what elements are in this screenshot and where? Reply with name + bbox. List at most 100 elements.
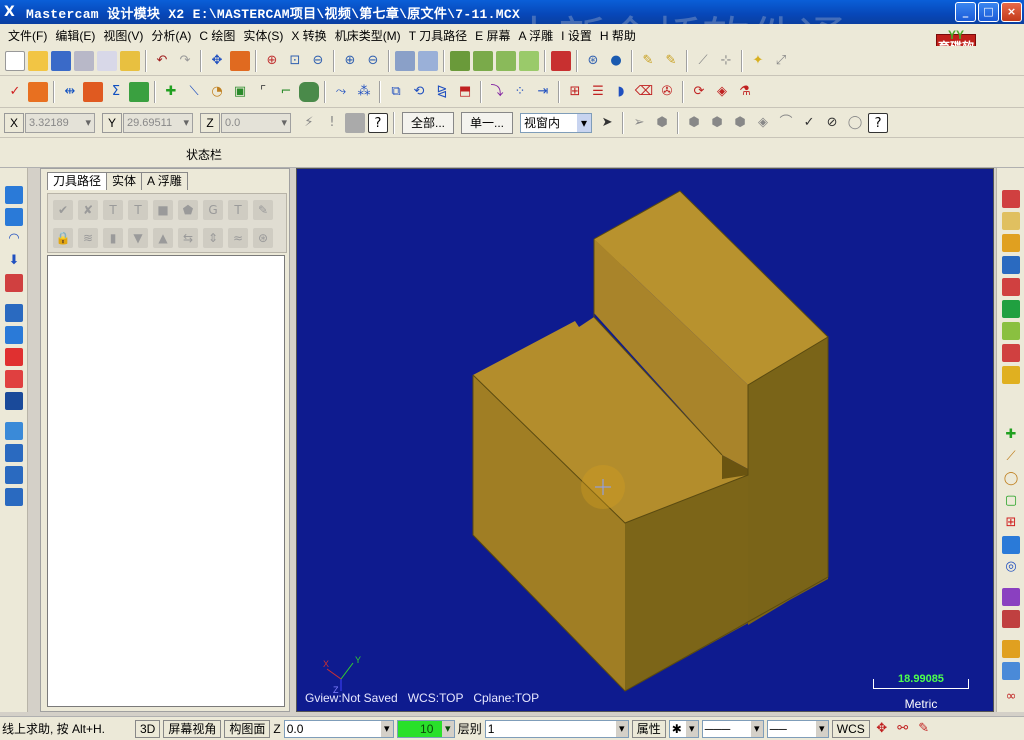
cube-plane-icon[interactable] bbox=[551, 50, 571, 71]
close-button[interactable]: × bbox=[1001, 2, 1022, 22]
maximize-button[interactable]: □ bbox=[978, 2, 999, 22]
print-icon[interactable] bbox=[74, 50, 94, 71]
mirror-icon[interactable]: ⧎ bbox=[432, 82, 452, 102]
cube-iso-icon[interactable] bbox=[519, 50, 539, 71]
x-coordinate-input[interactable]: 3.32189 bbox=[25, 112, 95, 133]
group-icon[interactable]: ✥ bbox=[874, 719, 890, 739]
array-icon[interactable]: ⁘ bbox=[510, 82, 530, 102]
green-square-icon[interactable] bbox=[1002, 300, 1020, 318]
menu-screen[interactable]: E 屏幕 bbox=[471, 27, 514, 44]
grid-tile-icon[interactable] bbox=[1002, 234, 1020, 252]
toolpath-list[interactable] bbox=[47, 255, 285, 707]
tab-toolpaths[interactable]: 刀具路径 bbox=[47, 172, 108, 190]
select-all-ops-icon[interactable]: ✔ bbox=[53, 200, 73, 220]
fast-point-icon[interactable]: ⚡ bbox=[299, 113, 319, 133]
repaint-icon[interactable] bbox=[395, 50, 415, 71]
tab-art[interactable]: A 浮雕 bbox=[141, 172, 188, 190]
plus-icon[interactable]: ✚ bbox=[1002, 426, 1020, 444]
split-icon[interactable]: ⇹ bbox=[60, 82, 80, 102]
pick-arrow-icon[interactable]: ➢ bbox=[629, 113, 649, 133]
down-arrow-icon[interactable]: ⬇ bbox=[5, 252, 23, 270]
cylinder-icon[interactable] bbox=[299, 81, 319, 102]
eraser-icon[interactable]: ⌫ bbox=[634, 82, 654, 102]
probe-icon[interactable]: ⟋ bbox=[693, 51, 713, 71]
menu-settings[interactable]: I 设置 bbox=[557, 27, 596, 44]
block-icon[interactable] bbox=[5, 392, 23, 410]
select-dirty-icon[interactable]: ✘ bbox=[78, 200, 98, 220]
line-style-select[interactable]: ─── bbox=[701, 719, 764, 738]
help-ops-icon[interactable]: ⊛ bbox=[253, 228, 273, 248]
stack-icon[interactable] bbox=[5, 422, 23, 440]
scroll-icon[interactable]: ⇕ bbox=[203, 228, 223, 248]
redo-icon[interactable]: ↷ bbox=[175, 51, 195, 71]
rotate-part-icon[interactable] bbox=[5, 208, 23, 226]
y-coordinate-input[interactable]: 29.69511 bbox=[123, 112, 193, 133]
insert-arrow-icon[interactable]: ⇆ bbox=[178, 228, 198, 248]
open-file-icon[interactable] bbox=[28, 50, 48, 71]
tab-solids[interactable]: 实体 bbox=[106, 172, 143, 190]
select-single-button[interactable]: 单一... bbox=[461, 111, 514, 134]
zoom-window-icon[interactable]: ⊕ bbox=[262, 51, 282, 71]
green-cube-icon[interactable] bbox=[1002, 322, 1020, 340]
fillet-icon[interactable]: ▣ bbox=[230, 82, 250, 102]
menu-analyze[interactable]: 分析(A) bbox=[147, 27, 195, 44]
no-icon[interactable]: ⊘ bbox=[822, 113, 842, 133]
pencil-dropdown-icon[interactable]: ✎ bbox=[661, 51, 681, 71]
up-arrow-icon[interactable] bbox=[5, 186, 23, 204]
red-box-icon[interactable] bbox=[1002, 344, 1020, 362]
regen-dirty-icon[interactable]: T bbox=[128, 200, 148, 220]
pencil-icon[interactable]: ✎ bbox=[638, 51, 658, 71]
delete-ops-icon[interactable]: ✎ bbox=[253, 200, 273, 220]
face-hex-icon[interactable]: ⬢ bbox=[684, 113, 704, 133]
point-icon[interactable]: ✚ bbox=[161, 82, 181, 102]
rotate-view-icon[interactable]: ⟳ bbox=[689, 82, 709, 102]
screen-view-button[interactable]: 屏幕视角 bbox=[163, 719, 222, 738]
grid-box-icon[interactable] bbox=[5, 444, 23, 462]
box-icon[interactable] bbox=[5, 304, 23, 322]
layer-input[interactable]: 1 bbox=[484, 719, 629, 738]
red-grid-icon[interactable]: ⊞ bbox=[1002, 514, 1020, 532]
cube-blue-icon[interactable] bbox=[5, 326, 23, 344]
cube-view-icon[interactable] bbox=[450, 50, 470, 71]
new-file-icon[interactable] bbox=[5, 50, 25, 71]
globe-icon[interactable]: ⊛ bbox=[583, 51, 603, 71]
menu-machine-type[interactable]: 机床类型(M) bbox=[331, 27, 405, 44]
line-width-select[interactable]: ── bbox=[766, 719, 829, 738]
hex-icon[interactable]: ⬢ bbox=[652, 113, 672, 133]
trim-icon[interactable]: ⤳ bbox=[331, 82, 351, 102]
bulb-icon[interactable]: ✦ bbox=[748, 51, 768, 71]
save-icon[interactable] bbox=[51, 50, 71, 71]
palette-icon[interactable] bbox=[1002, 640, 1020, 658]
circle-icon[interactable]: ◯ bbox=[845, 113, 865, 133]
highfeed-icon[interactable]: T bbox=[228, 200, 248, 220]
color-selector[interactable]: 10 bbox=[396, 719, 455, 738]
wcs-button[interactable]: WCS bbox=[831, 719, 870, 738]
rotate-icon[interactable]: ⟲ bbox=[409, 82, 429, 102]
spline-icon[interactable]: ⌐ bbox=[276, 82, 296, 102]
back-icon[interactable]: ⌒ bbox=[776, 113, 796, 133]
print-preview-icon[interactable] bbox=[97, 50, 117, 71]
solid-cube-icon[interactable]: ◈ bbox=[753, 113, 773, 133]
wrench-icon[interactable]: ✇ bbox=[657, 82, 677, 102]
backplot-icon[interactable]: ■ bbox=[153, 200, 173, 220]
menu-toolpaths[interactable]: T 刀具路径 bbox=[405, 27, 471, 44]
clear-color-icon[interactable]: ✎ bbox=[916, 719, 932, 739]
menu-create[interactable]: C 绘图 bbox=[195, 27, 239, 44]
glasses-icon[interactable]: ∞ bbox=[1002, 688, 1020, 706]
cube-front-icon[interactable] bbox=[473, 50, 493, 71]
shade-icon[interactable] bbox=[83, 81, 103, 102]
cube-side-icon[interactable] bbox=[496, 50, 516, 71]
stretch-icon[interactable]: ⇥ bbox=[533, 82, 553, 102]
check-icon[interactable]: ✓ bbox=[5, 82, 25, 102]
pencil-solid-icon[interactable] bbox=[5, 274, 23, 292]
list-icon[interactable]: ☰ bbox=[588, 82, 608, 102]
arc-icon[interactable]: ◔ bbox=[207, 82, 227, 102]
z-depth-input[interactable]: 0.0 bbox=[283, 719, 394, 738]
arrow-diag-icon[interactable]: ⤢ bbox=[771, 51, 791, 71]
red-cube-icon[interactable] bbox=[1002, 278, 1020, 296]
post-icon[interactable]: G bbox=[203, 200, 223, 220]
pan-icon[interactable]: ✥ bbox=[207, 51, 227, 71]
cube-outline-icon[interactable] bbox=[1002, 212, 1020, 230]
fit-icon[interactable] bbox=[230, 50, 250, 71]
wand-icon[interactable]: ⟋ bbox=[1002, 448, 1020, 466]
